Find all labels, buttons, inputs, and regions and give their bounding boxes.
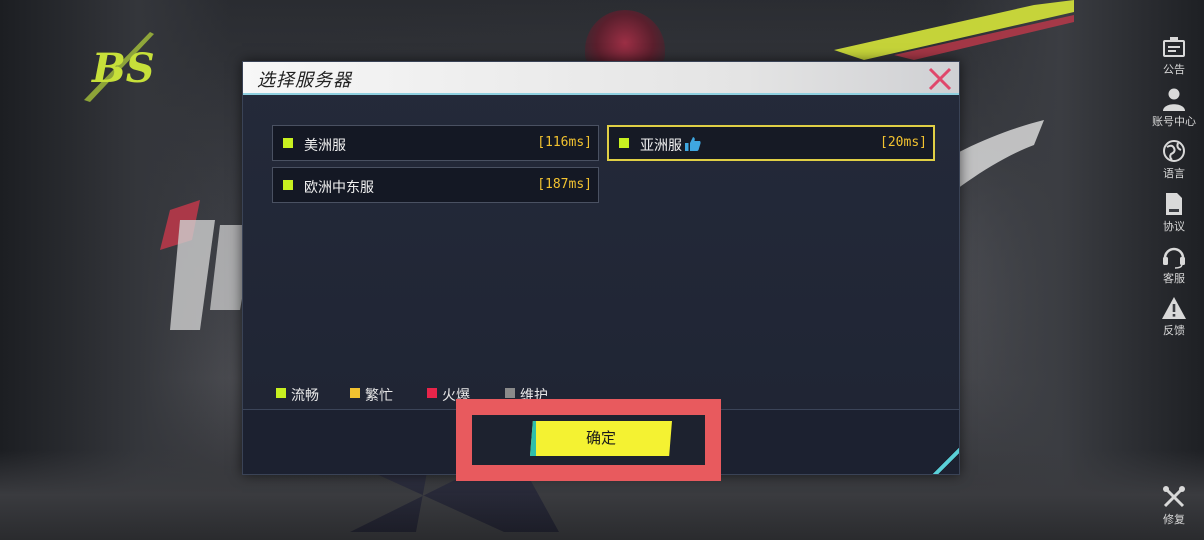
repair-label: 修复 xyxy=(1163,513,1185,526)
warning-icon xyxy=(1162,297,1186,319)
document-icon xyxy=(1166,193,1182,215)
headset-icon xyxy=(1163,247,1185,269)
globe-icon xyxy=(1163,140,1185,162)
legend-label: 繁忙 xyxy=(365,388,393,404)
wrench-icon xyxy=(1163,486,1185,508)
confirm-button[interactable]: 确定 xyxy=(530,421,672,456)
close-icon[interactable] xyxy=(927,66,953,92)
server-ping: [116ms] xyxy=(537,135,592,150)
game-logo: BS xyxy=(84,32,155,102)
dialog-header: 选择服务器 xyxy=(243,62,959,95)
legend-swatch xyxy=(505,388,515,398)
side-item-label: 协议 xyxy=(1163,220,1185,233)
side-item-label: 公告 xyxy=(1163,63,1185,76)
server-name: 欧洲中东服 xyxy=(304,180,374,196)
server-name: 美洲服 xyxy=(304,138,346,154)
side-item-support[interactable]: 客服 xyxy=(1144,243,1204,286)
account-icon xyxy=(1163,88,1185,111)
legend-swatch xyxy=(350,388,360,398)
status-indicator xyxy=(283,180,293,190)
corner-decoration xyxy=(933,448,959,474)
status-indicator xyxy=(619,138,629,148)
legend-label: 流畅 xyxy=(291,388,319,404)
server-ping: [20ms] xyxy=(880,135,927,150)
server-option-asia[interactable]: 亚洲服 [20ms] xyxy=(607,125,935,161)
side-item-account[interactable]: 账号中心 xyxy=(1144,86,1204,129)
svg-text:BS: BS xyxy=(91,45,155,92)
side-item-label: 反馈 xyxy=(1163,324,1185,337)
side-item-announcement[interactable]: 公告 xyxy=(1144,34,1204,77)
server-name: 亚洲服 xyxy=(640,138,682,154)
side-item-label: 语言 xyxy=(1163,167,1185,180)
dialog-title: 选择服务器 xyxy=(257,70,352,91)
announcement-icon xyxy=(1163,37,1185,57)
server-list: 美洲服 [116ms] 亚洲服 [20ms] 欧洲中东服 [187ms] xyxy=(243,97,959,409)
side-item-feedback[interactable]: 反馈 xyxy=(1144,295,1204,338)
side-item-language[interactable]: 语言 xyxy=(1144,138,1204,181)
side-item-label: 客服 xyxy=(1163,272,1185,285)
server-option-americas[interactable]: 美洲服 [116ms] xyxy=(272,125,599,161)
thumbs-up-icon xyxy=(685,137,701,151)
server-name-wrap: 亚洲服 xyxy=(640,135,701,155)
status-indicator xyxy=(283,138,293,148)
legend-swatch xyxy=(427,388,437,398)
background-character-head xyxy=(585,10,665,65)
legend-swatch xyxy=(276,388,286,398)
background-paint-stripe xyxy=(834,0,1074,60)
server-option-europe-middle-east[interactable]: 欧洲中东服 [187ms] xyxy=(272,167,599,203)
server-ping: [187ms] xyxy=(537,177,592,192)
side-item-label: 账号中心 xyxy=(1152,115,1196,128)
side-item-agreement[interactable]: 协议 xyxy=(1144,191,1204,234)
repair-button[interactable]: 修复 xyxy=(1144,484,1204,527)
